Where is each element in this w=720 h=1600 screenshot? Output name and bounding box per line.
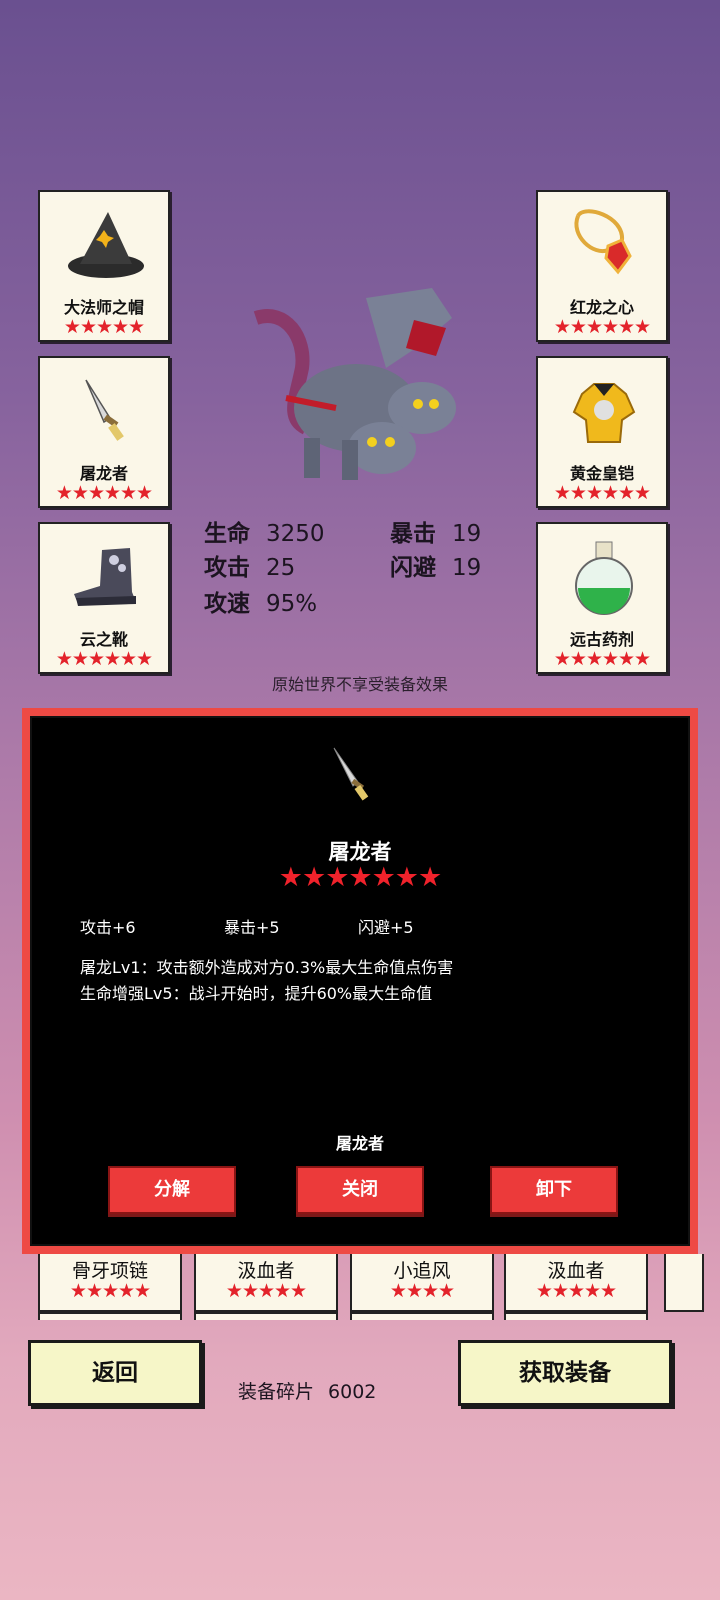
close-button[interactable]: 关闭 [296, 1166, 424, 1214]
three-headed-dragon-icon [253, 288, 456, 480]
dialog-subtitle: 屠龙者 [335, 1134, 384, 1153]
item-stars: ★★★★★ [535, 1280, 617, 1302]
equip-slot-amulet[interactable]: 红龙之心 ★★★★★★ [536, 190, 668, 342]
item-stars: ★★★★★ [69, 1280, 151, 1302]
inventory-item[interactable]: 骨牙项链 ★★★★★ [38, 1254, 182, 1312]
equip-name: 云之靴 [79, 630, 128, 649]
stat-label: 暴击 [390, 521, 436, 547]
stat-crit: 暴击 19 [390, 514, 481, 548]
fragments-value: 6002 [328, 1381, 377, 1403]
stat-label: 攻速 [204, 591, 250, 617]
inventory-item[interactable]: 汲血者 ★★★★★ [194, 1254, 338, 1312]
inventory-row-partial [38, 1312, 182, 1320]
dagger-icon [85, 379, 124, 441]
stat-value: 19 [452, 521, 482, 547]
wizard-hat-icon [68, 212, 144, 278]
equip-stars: ★★★★★★ [55, 648, 153, 670]
unequip-button[interactable]: 卸下 [490, 1166, 618, 1214]
stat-value: 95% [266, 591, 318, 617]
amulet-icon [574, 209, 632, 275]
stat-hp: 生命 3250 [204, 514, 325, 548]
stat-value: 25 [266, 555, 296, 581]
equip-name: 远古药剂 [569, 630, 634, 649]
fragments-label: 装备碎片 [238, 1381, 315, 1403]
equip-slot-hat[interactable]: 大法师之帽 ★★★★★ [38, 190, 170, 342]
equip-slot-weapon[interactable]: 屠龙者 ★★★★★★ [38, 356, 170, 508]
skill-line: 屠龙Lv1：攻击额外造成对方0.3%最大生命值点伤害 [80, 958, 454, 977]
inventory-item[interactable]: 小追风 ★★★★ [350, 1254, 494, 1312]
stat-speed: 攻速 95% [204, 584, 317, 618]
get-equipment-button[interactable]: 获取装备 [458, 1340, 672, 1406]
dagger-icon [333, 747, 369, 801]
equip-stars: ★★★★★★ [55, 482, 153, 504]
back-button[interactable]: 返回 [28, 1340, 202, 1406]
equip-name: 大法师之帽 [63, 298, 144, 317]
equip-stars: ★★★★★★ [553, 316, 651, 338]
attr-crit: 暴击+5 [224, 918, 280, 937]
stat-atk: 攻击 25 [204, 548, 295, 582]
boot-icon [74, 548, 136, 606]
inventory-row-partial [504, 1312, 648, 1320]
equip-name: 屠龙者 [79, 464, 128, 483]
notice-text: 原始世界不享受装备效果 [271, 675, 448, 694]
equip-slot-potion[interactable]: 远古药剂 ★★★★★★ [536, 522, 668, 674]
item-name: 骨牙项链 [71, 1260, 148, 1282]
inventory-row-partial [194, 1312, 338, 1320]
equip-slot-boots[interactable]: 云之靴 ★★★★★★ [38, 522, 170, 674]
skill-line: 生命增强Lv5：战斗开始时，提升60%最大生命值 [80, 984, 433, 1003]
attr-dodge: 闪避+5 [358, 918, 414, 937]
equip-name: 红龙之心 [569, 298, 634, 317]
stat-label: 生命 [204, 521, 250, 547]
equip-stars: ★★★★★★ [553, 482, 651, 504]
stat-dodge: 闪避 19 [390, 548, 481, 582]
attr-attack: 攻击+6 [80, 918, 136, 937]
stat-label: 攻击 [204, 555, 250, 581]
fragments-display: 装备碎片 6002 [238, 1377, 376, 1404]
stat-value: 3250 [266, 521, 325, 547]
item-name: 汲血者 [237, 1260, 295, 1282]
gold-armor-icon [572, 383, 636, 443]
equip-slot-armor[interactable]: 黄金皇铠 ★★★★★★ [536, 356, 668, 508]
potion-icon [575, 541, 633, 615]
equip-stars: ★★★★★★ [553, 648, 651, 670]
item-name: 汲血者 [547, 1260, 605, 1282]
item-detail-dialog: 屠龙者 ★★★★★★★ 攻击+6 暴击+5 闪避+5 屠龙Lv1：攻击额外造成对… [22, 708, 698, 1254]
item-stars: ★★★★★ [225, 1280, 307, 1302]
stat-value: 19 [452, 555, 482, 581]
inventory-item[interactable]: 汲血者 ★★★★★ [504, 1254, 648, 1312]
inventory-row-partial [350, 1312, 494, 1320]
equip-name: 黄金皇铠 [569, 464, 634, 483]
decompose-button[interactable]: 分解 [108, 1166, 236, 1214]
item-stars: ★★★★ [389, 1280, 455, 1302]
dialog-stars: ★★★★★★★ [278, 862, 442, 893]
stat-label: 闪避 [390, 555, 436, 581]
inventory-item-partial[interactable] [664, 1254, 704, 1312]
equip-stars: ★★★★★ [63, 316, 145, 338]
item-name: 小追风 [393, 1260, 451, 1282]
